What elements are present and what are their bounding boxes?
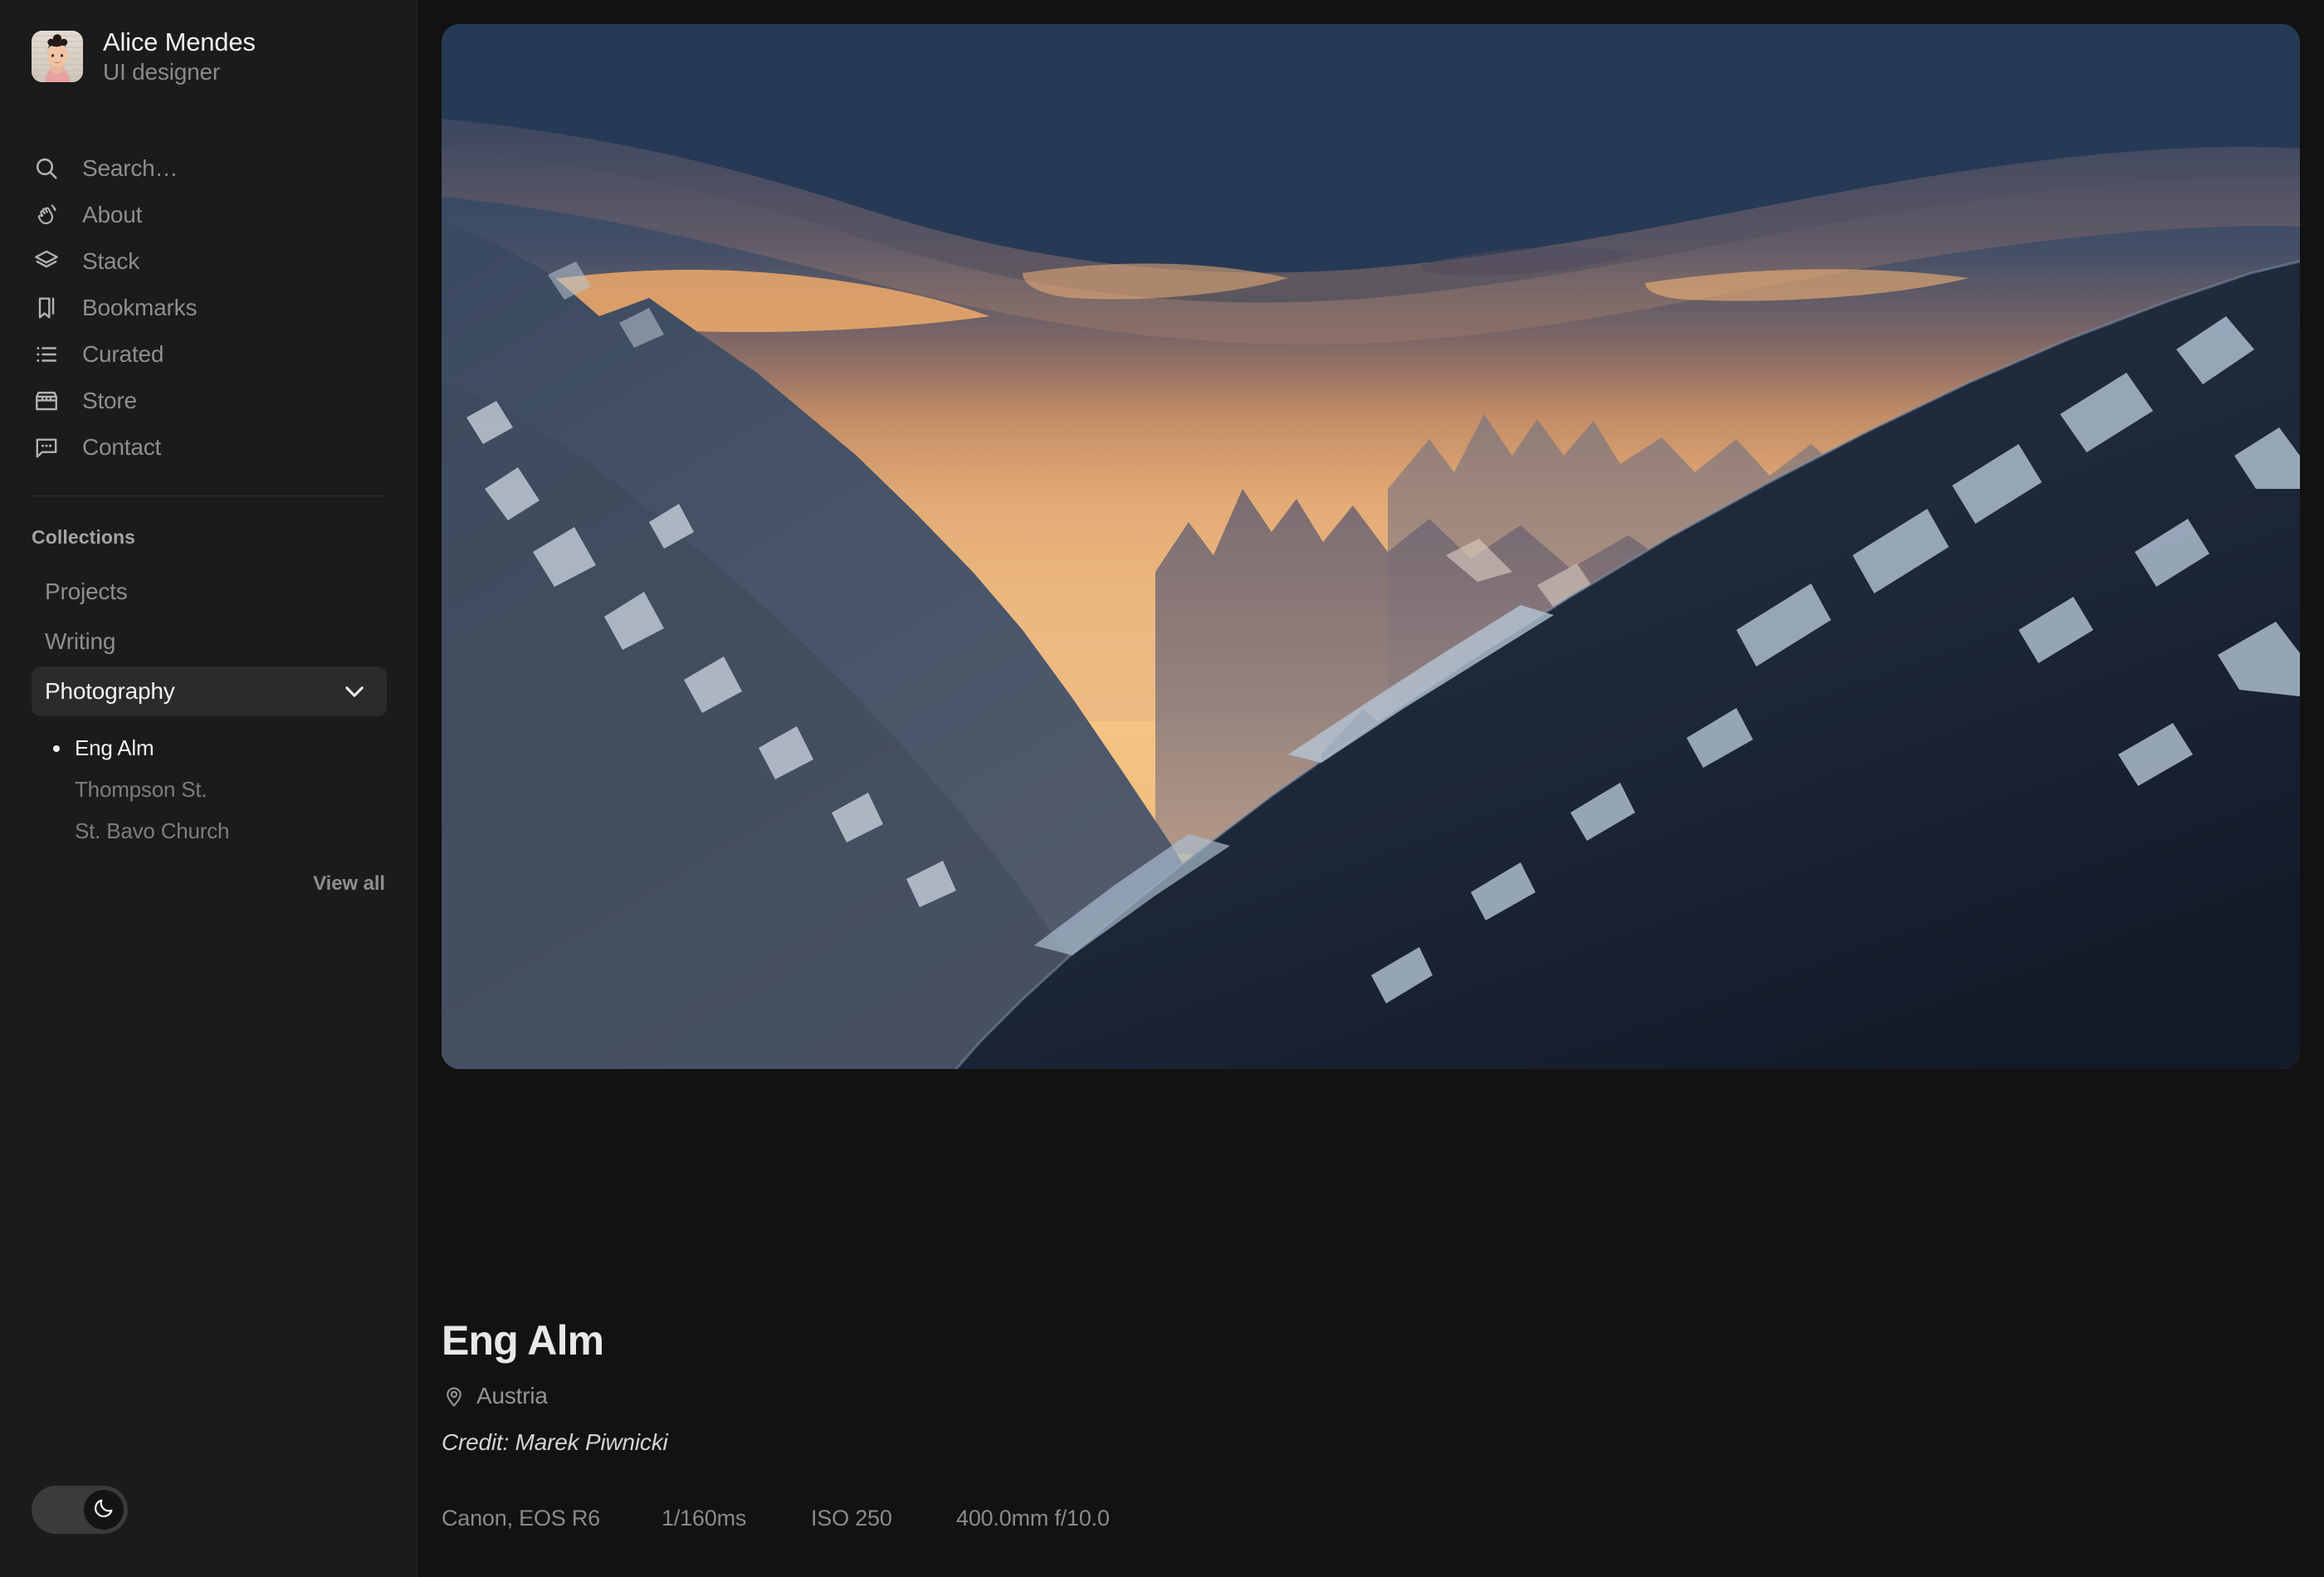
profile-name: Alice Mendes	[103, 27, 256, 56]
avatar	[32, 30, 83, 82]
app-root: Alice Mendes UI designer Search… About S…	[0, 0, 2324, 1577]
map-pin-icon	[442, 1384, 466, 1409]
theme-toggle[interactable]	[32, 1486, 128, 1534]
sidebar: Alice Mendes UI designer Search… About S…	[0, 0, 417, 1577]
sub-item-label-eng-alm: Eng Alm	[75, 735, 154, 761]
sub-item-label-thompson-st: Thompson St.	[75, 777, 208, 803]
bookmark-icon	[32, 293, 61, 323]
collection-label-writing: Writing	[45, 627, 116, 654]
theme-toggle-knob	[84, 1490, 124, 1530]
photo-location-row: Austria	[442, 1383, 2019, 1409]
chat-bubble-icon	[32, 432, 61, 462]
photo-exif: Canon, EOS R6 1/160ms ISO 250 400.0mm f/…	[442, 1506, 2019, 1531]
nav-item-curated[interactable]: Curated	[0, 331, 417, 378]
photo-viewer[interactable]	[442, 24, 2300, 1069]
profile-block[interactable]: Alice Mendes UI designer	[0, 0, 417, 85]
collection-label-photography: Photography	[45, 677, 175, 704]
view-all-link[interactable]: View all	[0, 872, 417, 896]
storefront-icon	[32, 386, 61, 416]
photo-location: Austria	[476, 1383, 548, 1409]
main-nav: Search… About Stack Bookmarks Curated St…	[0, 145, 417, 471]
exif-iso: ISO 250	[811, 1506, 892, 1531]
chevron-down-icon[interactable]	[339, 676, 370, 707]
collections-list: Projects Writing Photography	[0, 567, 417, 716]
sub-item-label-st-bavo-church: St. Bavo Church	[75, 818, 230, 844]
sub-item-eng-alm[interactable]: Eng Alm	[0, 728, 417, 769]
nav-item-search[interactable]: Search…	[0, 145, 417, 192]
nav-item-contact[interactable]: Contact	[0, 424, 417, 471]
nav-label-curated: Curated	[82, 340, 164, 367]
collection-item-writing[interactable]: Writing	[0, 617, 385, 666]
main-content: Eng Alm Austria Credit: Marek Piwnicki C…	[417, 0, 2324, 1577]
collection-label-projects: Projects	[45, 578, 128, 604]
nav-item-about[interactable]: About	[0, 192, 417, 238]
photo-credit: Credit: Marek Piwnicki	[442, 1429, 668, 1455]
nav-label-stack: Stack	[82, 247, 140, 274]
nav-label-bookmarks: Bookmarks	[82, 294, 198, 320]
layers-icon	[32, 247, 61, 276]
list-icon	[32, 339, 61, 369]
search-icon	[32, 154, 61, 183]
exif-camera: Canon, EOS R6	[442, 1506, 601, 1531]
photo-caption: Eng Alm Austria Credit: Marek Piwnicki C…	[442, 1320, 2019, 1531]
waving-hand-icon	[32, 200, 61, 230]
nav-item-stack[interactable]: Stack	[0, 238, 417, 285]
collection-sub-list: Eng Alm Thompson St. St. Bavo Church	[0, 728, 417, 852]
collection-item-photography[interactable]: Photography	[32, 666, 387, 716]
profile-role: UI designer	[103, 58, 220, 85]
moon-icon	[92, 1496, 115, 1524]
collection-item-projects[interactable]: Projects	[0, 567, 385, 617]
nav-label-contact: Contact	[82, 433, 162, 460]
nav-label-about: About	[82, 201, 143, 227]
nav-label-store: Store	[82, 387, 137, 413]
exif-shutter: 1/160ms	[662, 1506, 747, 1531]
collections-heading: Collections	[32, 525, 136, 548]
sub-item-st-bavo-church[interactable]: St. Bavo Church	[0, 811, 417, 852]
photo-title: Eng Alm	[442, 1317, 604, 1364]
nav-item-store[interactable]: Store	[0, 378, 417, 424]
nav-item-bookmarks[interactable]: Bookmarks	[0, 285, 417, 331]
profile-text: Alice Mendes UI designer	[103, 27, 256, 85]
sub-item-thompson-st[interactable]: Thompson St.	[0, 769, 417, 811]
nav-label-search: Search…	[82, 154, 178, 181]
exif-lens: 400.0mm f/10.0	[956, 1506, 1110, 1531]
